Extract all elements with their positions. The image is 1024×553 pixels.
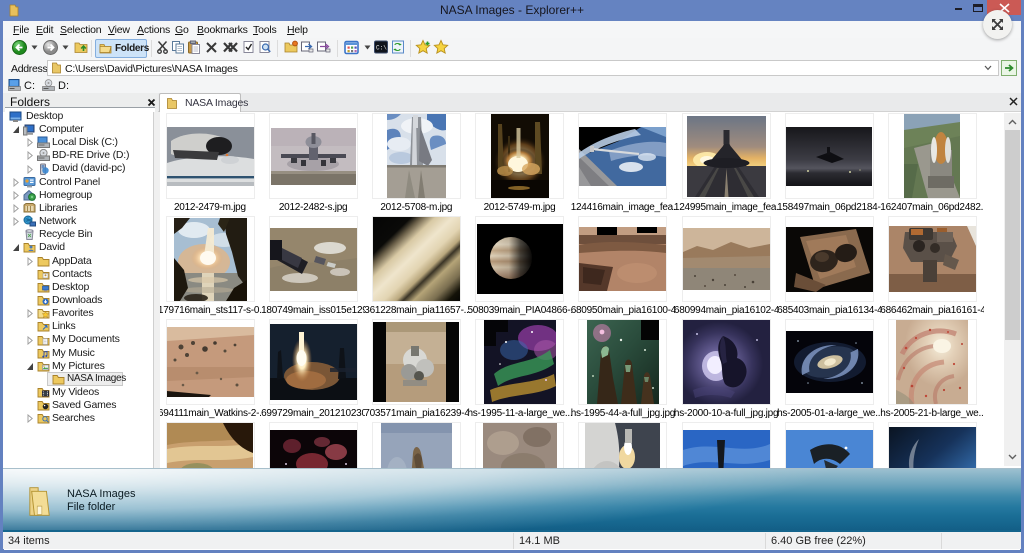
svg-text:C:\: C:\: [376, 45, 387, 52]
